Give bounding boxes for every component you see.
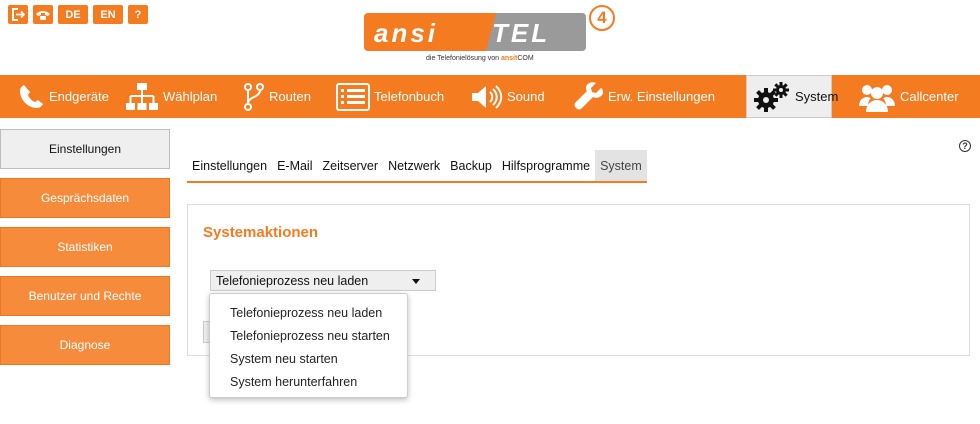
logo-left-text: ansi [374, 18, 439, 48]
gears-icon [754, 81, 789, 112]
nav-waehlplan-label: Wählplan [163, 89, 218, 104]
utility-bar: DE EN ? [8, 5, 148, 24]
lang-de-button[interactable]: DE [58, 5, 88, 24]
help-icon[interactable]: ? [959, 140, 971, 152]
logo-right-text: TEL [492, 18, 551, 48]
sidebar-item-label: Statistiken [57, 240, 113, 254]
nav-routen[interactable]: Routen [237, 75, 330, 118]
tab-zeitserver[interactable]: Zeitserver [317, 150, 383, 181]
nav-callcenter[interactable]: Callcenter [852, 75, 960, 118]
lang-en-label: EN [100, 8, 116, 21]
route-icon [244, 82, 264, 111]
logo-subtitle-prefix: die Telefonielösung von [426, 55, 500, 62]
nav-routen-label: Routen [269, 89, 311, 104]
nav-sound-label: Sound [507, 89, 545, 104]
sidebar-item-label: Diagnose [59, 338, 111, 352]
ansitel-logo: ansi TEL 4 die Telefonielösung von ansit… [364, 5, 624, 67]
nav-endgeraete[interactable]: Endgeräte [11, 75, 119, 118]
nav-telefonbuch-label: Telefonbuch [374, 89, 445, 104]
sidebar-item-label: Benutzer und Rechte [28, 289, 142, 303]
nav-telefonbuch[interactable]: Telefonbuch [330, 75, 465, 118]
nav-callcenter-label: Callcenter [900, 89, 959, 104]
wrench-icon [574, 81, 603, 109]
dropdown-option[interactable]: Telefonieprozess neu laden [210, 301, 407, 324]
sidebar-item-einstellungen[interactable]: Einstellungen [0, 129, 170, 169]
tab-email[interactable]: E-Mail [272, 150, 317, 181]
action-select-value: Telefonieprozess neu laden [216, 273, 369, 288]
users-icon [859, 84, 895, 112]
tab-netzwerk[interactable]: Netzwerk [383, 150, 445, 181]
logo-subtitle: die Telefonielösung von ansitCOM [426, 55, 534, 62]
phone-icon[interactable] [33, 5, 53, 24]
logo-subtitle-suffix: COM [517, 55, 534, 62]
logout-icon[interactable] [8, 5, 28, 24]
nav-sound[interactable]: Sound [465, 75, 568, 118]
sidebar-item-statistiken[interactable]: Statistiken [0, 227, 170, 267]
tab-einstellungen[interactable]: Einstellungen [187, 150, 272, 181]
tab-system[interactable]: System [595, 150, 647, 181]
sidebar-item-label: Gesprächsdaten [40, 191, 130, 205]
dropdown-option[interactable]: System neu starten [210, 347, 407, 370]
sidebar-item-gespraechsdaten[interactable]: Gesprächsdaten [0, 178, 170, 218]
nav-waehlplan[interactable]: Wählplan [119, 75, 237, 118]
lang-en-button[interactable]: EN [93, 5, 123, 24]
logo-subtitle-brand: ansit [501, 55, 518, 62]
action-select-dropdown: Telefonieprozess neu laden Telefonieproz… [209, 293, 408, 398]
help-top-label: ? [134, 8, 142, 21]
sidebar-item-benutzer-und-rechte[interactable]: Benutzer und Rechte [0, 276, 170, 316]
sidebar: Einstellungen Gesprächsdaten Statistiken… [0, 129, 170, 374]
dropdown-option[interactable]: Telefonieprozess neu starten [210, 324, 407, 347]
phonebook-icon [336, 82, 370, 111]
nav-endgeraete-label: Endgeräte [49, 89, 109, 104]
dropdown-option[interactable]: System herunterfahren [210, 370, 407, 393]
section-title: Systemaktionen [203, 224, 319, 241]
phone-icon [20, 84, 43, 108]
nav-erw-einstellungen-label: Erw. Einstellungen [608, 89, 715, 104]
sidebar-item-label: Einstellungen [48, 142, 122, 156]
nav-system[interactable]: System [746, 75, 838, 118]
nav-system-label: System [795, 89, 839, 104]
sitemap-icon [126, 82, 158, 110]
tab-backup[interactable]: Backup [445, 150, 497, 181]
main-nav: Endgeräte Wählplan Routen Telefonbuch So… [0, 75, 980, 118]
sidebar-item-diagnose[interactable]: Diagnose [0, 325, 170, 365]
tab-hilfsprogramme[interactable]: Hilfsprogramme [497, 150, 595, 181]
help-top-button[interactable]: ? [128, 5, 148, 24]
speaker-icon [472, 84, 503, 109]
lang-de-label: DE [65, 8, 81, 21]
sub-tabs: Einstellungen E-Mail Zeitserver Netzwerk… [187, 150, 647, 183]
chevron-down-icon [412, 279, 420, 284]
logo-version-badge: 4 [589, 5, 615, 31]
action-select[interactable]: Telefonieprozess neu laden [210, 270, 436, 291]
nav-erw-einstellungen[interactable]: Erw. Einstellungen [568, 75, 734, 118]
logo-wordmark: ansi TEL [364, 13, 586, 51]
